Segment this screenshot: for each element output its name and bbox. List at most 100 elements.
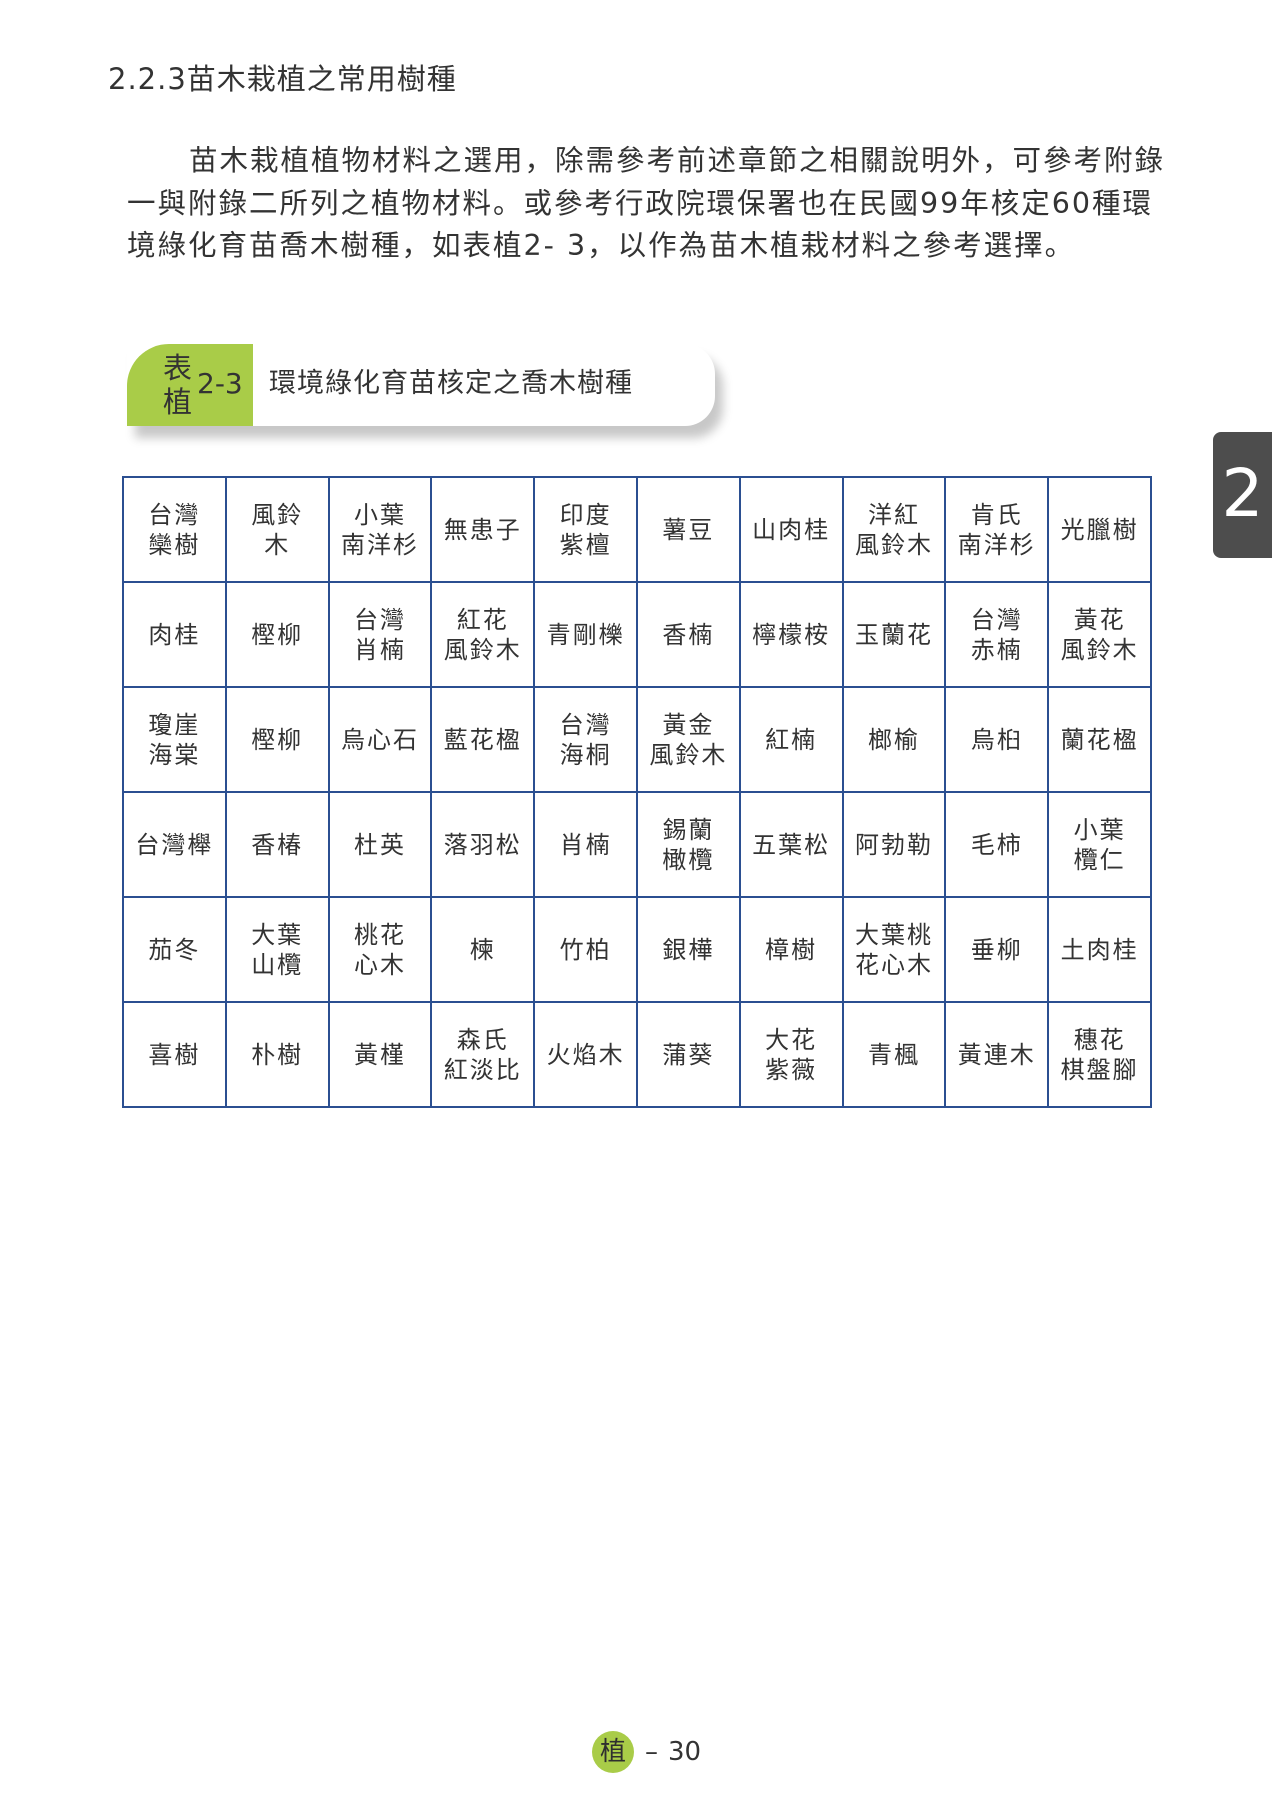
species-name: 台灣 赤楠 [970, 605, 1023, 664]
table-cell: 竹柏 [533, 896, 638, 1003]
species-name: 印度 紫檀 [559, 500, 612, 559]
table-cell: 穗花 棋盤腳 [1047, 1001, 1152, 1108]
table-cell: 茄冬 [122, 896, 227, 1003]
table-cell: 桃花 心木 [327, 896, 433, 1003]
table-cell: 青楓 [841, 1001, 947, 1108]
species-name: 檸檬桉 [752, 620, 831, 649]
species-name: 香椿 [251, 830, 304, 859]
table-row: 台灣櫸 香椿 杜英 落羽松 肖楠 錫蘭 橄欖 五葉松 阿勃勒 毛柿 小葉 欖仁 [122, 791, 1152, 898]
table-row: 台灣 欒樹 風鈴 木小葉 南洋杉 無患子 印度 紫檀 薯豆 山肉桂 洋紅 風鈴木 肯氏 南洋杉… [122, 476, 1152, 583]
caption-title: 環境綠化育苗核定之喬木樹種 [269, 368, 633, 399]
table-row: 肉桂 樫柳 台灣 肖楠 紅花 風鈴木 青剛櫟 香楠 檸檬桉 玉蘭花 台灣 赤楠 黃花 風鈴木 [122, 581, 1152, 688]
species-name: 紅楠 [765, 725, 818, 754]
species-name: 山肉桂 [752, 515, 831, 544]
caption-tag-top: 表 [163, 351, 193, 385]
species-name: 樫柳 [251, 725, 304, 754]
table-cell: 台灣 海桐 [533, 686, 638, 793]
species-name: 毛柿 [970, 830, 1023, 859]
table-cell: 藍花楹 [430, 686, 536, 793]
species-name: 桃花 心木 [353, 920, 406, 979]
species-name: 銀樺 [662, 935, 715, 964]
species-name: 大葉桃 花心木 [854, 920, 933, 979]
table-cell: 檸檬桉 [738, 581, 844, 688]
species-name: 大花 紫薇 [765, 1025, 818, 1084]
table-cell: 樫柳 [224, 686, 330, 793]
table-cell: 蒲葵 [635, 1001, 741, 1108]
table-cell: 紅楠 [738, 686, 844, 793]
species-name: 錫蘭 橄欖 [662, 815, 715, 874]
species-name: 茄冬 [148, 935, 201, 964]
table-cell: 風鈴 木 [224, 476, 330, 583]
table-cell: 台灣櫸 [122, 791, 227, 898]
species-name: 阿勃勒 [854, 830, 933, 859]
species-name: 落羽松 [443, 830, 522, 859]
species-name: 藍花楹 [443, 725, 522, 754]
table-cell: 台灣 欒樹 [122, 476, 227, 583]
species-name: 樫柳 [251, 620, 304, 649]
table-row: 茄冬 大葉 山欖 桃花 心木 楝 竹柏 銀樺 樟樹 大葉桃 花心木 垂柳 土肉桂 [122, 896, 1152, 1003]
species-name: 玉蘭花 [854, 620, 933, 649]
table-cell: 薯豆 [635, 476, 741, 583]
table-cell: 山肉桂 [738, 476, 844, 583]
chapter-number: 2 [1221, 455, 1264, 532]
table-cell: 銀樺 [635, 896, 741, 1003]
table-cell: 光臘樹 [1047, 476, 1152, 583]
table-cell: 杜英 [327, 791, 433, 898]
species-name: 風鈴 木 [251, 500, 304, 559]
table-cell: 青剛櫟 [533, 581, 638, 688]
table-cell: 肉桂 [122, 581, 227, 688]
species-name: 黃連木 [957, 1040, 1036, 1069]
table-cell: 小葉 欖仁 [1047, 791, 1152, 898]
table-cell: 紅花 風鈴木 [430, 581, 536, 688]
table-cell: 楝 [430, 896, 536, 1003]
species-name: 青楓 [867, 1040, 920, 1069]
tree-species-table: 台灣 欒樹 風鈴 木小葉 南洋杉 無患子 印度 紫檀 薯豆 山肉桂 洋紅 風鈴木 肯氏 南洋杉… [122, 476, 1152, 1108]
table-cell: 喜樹 [122, 1001, 227, 1108]
caption-number: 2-3 [197, 367, 243, 400]
species-name: 光臘樹 [1060, 515, 1139, 544]
table-cell: 肯氏 南洋杉 [944, 476, 1050, 583]
species-name: 台灣櫸 [135, 830, 214, 859]
species-name: 洋紅 風鈴木 [854, 500, 933, 559]
table-cell: 黃花 風鈴木 [1047, 581, 1152, 688]
species-name: 垂柳 [970, 935, 1023, 964]
table-cell: 台灣 赤楠 [944, 581, 1050, 688]
species-name: 台灣 欒樹 [148, 500, 201, 559]
table-cell: 朴樹 [224, 1001, 330, 1108]
caption-tag-bottom: 植 [163, 385, 193, 419]
species-name: 蒲葵 [662, 1040, 715, 1069]
species-name: 肉桂 [148, 620, 201, 649]
table-cell: 樫柳 [224, 581, 330, 688]
table-cell: 無患子 [430, 476, 536, 583]
species-name: 小葉 欖仁 [1073, 815, 1126, 874]
species-name: 樟樹 [765, 935, 818, 964]
species-name: 瓊崖 海棠 [148, 710, 201, 769]
table-cell: 黃金 風鈴木 [635, 686, 741, 793]
table-cell: 森氏 紅淡比 [430, 1001, 536, 1108]
table-cell: 樟樹 [738, 896, 844, 1003]
table-cell: 台灣 肖楠 [327, 581, 433, 688]
species-name: 蘭花楹 [1060, 725, 1139, 754]
species-name: 黃金 風鈴木 [649, 710, 728, 769]
species-name: 無患子 [443, 515, 522, 544]
species-name: 薯豆 [662, 515, 715, 544]
table-cell: 玉蘭花 [841, 581, 947, 688]
species-name: 大葉 山欖 [251, 920, 304, 979]
table-cell: 香椿 [224, 791, 330, 898]
table-cell: 肖楠 [533, 791, 638, 898]
species-name: 黃槿 [353, 1040, 406, 1069]
table-cell: 香楠 [635, 581, 741, 688]
species-name: 榔榆 [867, 725, 920, 754]
table-cell: 錫蘭 橄欖 [635, 791, 741, 898]
table-cell: 垂柳 [944, 896, 1050, 1003]
table-cell: 小葉 南洋杉 [327, 476, 433, 583]
species-name: 紅花 風鈴木 [443, 605, 522, 664]
table-cell: 印度 紫檀 [533, 476, 638, 583]
caption-tag: 表 植 2-3 [127, 344, 253, 426]
species-name: 火焰木 [546, 1040, 625, 1069]
table-cell: 毛柿 [944, 791, 1050, 898]
species-name: 台灣 海桐 [559, 710, 612, 769]
table-cell: 瓊崖 海棠 [122, 686, 227, 793]
species-name: 台灣 肖楠 [353, 605, 406, 664]
table-cell: 烏桕 [944, 686, 1050, 793]
